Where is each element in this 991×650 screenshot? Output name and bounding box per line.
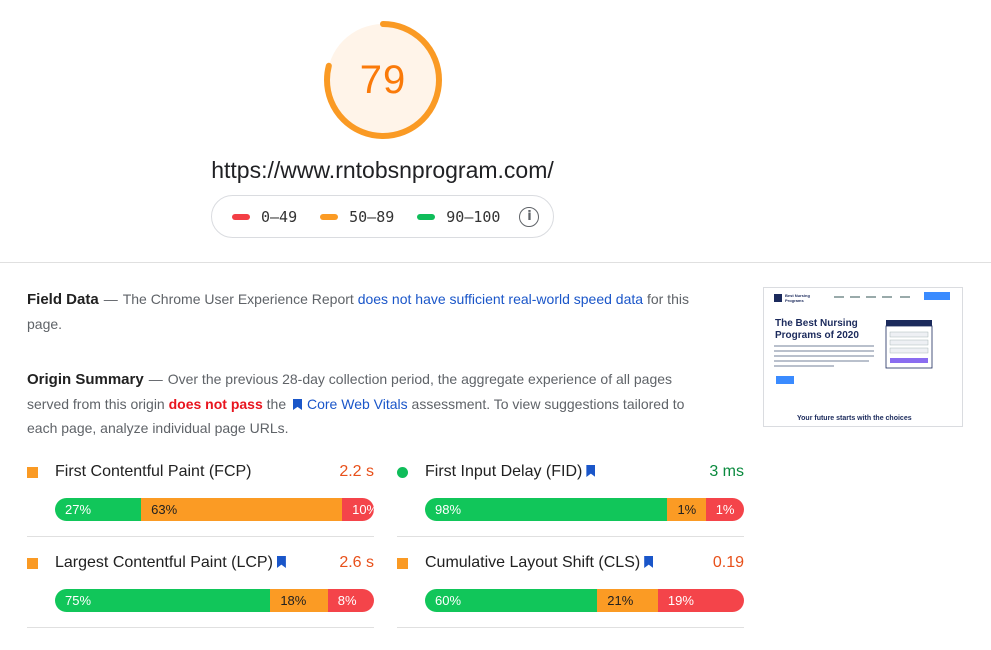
performance-score-gauge: 79 xyxy=(322,19,444,141)
metric-fcp: First Contentful Paint (FCP) 2.2 s 27% 63… xyxy=(27,461,374,537)
metric-name: First Input Delay (FID) xyxy=(425,463,596,481)
thumbnail-image: Best Nursing Programs The Best Nursing P… xyxy=(764,288,962,426)
good-marker-icon xyxy=(397,467,408,478)
metric-value: 2.2 s xyxy=(339,463,374,480)
core-web-vital-bookmark-icon[interactable] xyxy=(276,556,286,568)
fail-status: does not pass xyxy=(168,396,263,412)
bar-segment-avg: 63% xyxy=(141,498,343,521)
metric-value: 0.19 xyxy=(712,554,744,571)
insufficient-data-link[interactable]: does not have sufficient real-world spee… xyxy=(358,291,643,307)
page-screenshot-thumbnail: Best Nursing Programs The Best Nursing P… xyxy=(763,287,963,427)
metric-divider xyxy=(27,536,374,537)
distribution-bar: 98% 1% 1% xyxy=(425,498,744,521)
info-icon[interactable]: i xyxy=(519,206,540,227)
bookmark-icon xyxy=(293,399,302,410)
legend-swatch-poor xyxy=(232,213,250,220)
svg-text:Programs of 2020: Programs of 2020 xyxy=(775,330,859,341)
legend-item-poor: 0–49 xyxy=(232,208,297,226)
metric-divider xyxy=(397,536,744,537)
average-marker-icon xyxy=(27,558,38,569)
svg-text:The Best Nursing: The Best Nursing xyxy=(775,318,858,329)
legend-swatch-average xyxy=(320,213,339,220)
field-data-section: Field Data — The Chrome User Experience Re… xyxy=(27,291,689,332)
origin-summary-the: the xyxy=(266,396,287,412)
bar-segment-good: 60% xyxy=(425,589,598,612)
bar-segment-good: 27% xyxy=(55,498,142,521)
section-divider xyxy=(0,262,991,263)
core-web-vital-bookmark-icon[interactable] xyxy=(644,556,654,568)
metric-fid: First Input Delay (FID) 3 ms 98% 1% 1% xyxy=(397,461,744,537)
metric-lcp: Largest Contentful Paint (LCP) 2.6 s 75%… xyxy=(27,552,374,628)
metric-divider xyxy=(27,627,374,628)
origin-summary-title: Origin Summary xyxy=(27,371,144,388)
score-value: 79 xyxy=(359,58,407,102)
metric-name: Largest Contentful Paint (LCP) xyxy=(55,554,286,572)
field-data-title: Field Data xyxy=(27,291,99,308)
average-marker-icon xyxy=(27,467,38,478)
bar-segment-poor: 10% xyxy=(342,498,374,521)
metric-value: 2.6 s xyxy=(339,554,374,571)
metric-name: First Contentful Paint (FCP) xyxy=(55,463,252,480)
bar-segment-poor: 8% xyxy=(327,589,374,612)
svg-text:Your future starts with the ch: Your future starts with the choices xyxy=(797,415,912,422)
core-web-vital-bookmark-icon[interactable] xyxy=(586,465,596,477)
field-data-text: The Chrome User Experience Report xyxy=(122,291,354,307)
tested-url: https://www.rntobsnprogram.com/ xyxy=(211,157,554,183)
legend-label-average: 50–89 xyxy=(349,207,395,226)
legend-label-poor: 0–49 xyxy=(261,207,298,226)
bar-segment-good: 98% xyxy=(425,498,668,521)
legend-label-good: 90–100 xyxy=(446,207,501,226)
legend-item-average: 50–89 xyxy=(320,208,394,226)
metric-name: Cumulative Layout Shift (CLS) xyxy=(425,554,654,572)
distribution-bar: 60% 21% 19% xyxy=(425,589,744,612)
average-marker-icon xyxy=(397,558,408,569)
origin-summary-section: Origin Summary — Over the previous 28-day … xyxy=(27,371,685,436)
bar-segment-avg: 1% xyxy=(667,498,706,521)
metric-cls: Cumulative Layout Shift (CLS) 0.19 60% 21… xyxy=(397,552,744,628)
score-legend: 0–49 50–89 90–100 i xyxy=(211,195,554,238)
svg-text:Programs: Programs xyxy=(785,298,804,303)
metric-value: 3 ms xyxy=(709,463,744,480)
core-web-vitals-link[interactable]: Core Web Vitals xyxy=(290,396,408,412)
bar-segment-avg: 21% xyxy=(597,589,658,612)
bar-segment-good: 75% xyxy=(55,589,271,612)
core-web-vitals-label: Core Web Vitals xyxy=(307,396,408,412)
legend-swatch-good xyxy=(417,213,436,220)
bar-segment-avg: 18% xyxy=(270,589,328,612)
bar-segment-poor: 1% xyxy=(705,498,744,521)
metric-divider xyxy=(397,627,744,628)
distribution-bar: 27%63%10% xyxy=(55,498,374,521)
legend-item-good: 90–100 xyxy=(417,208,500,226)
distribution-bar: 75% 18% 8% xyxy=(55,589,374,612)
bar-segment-poor: 19% xyxy=(657,589,744,612)
